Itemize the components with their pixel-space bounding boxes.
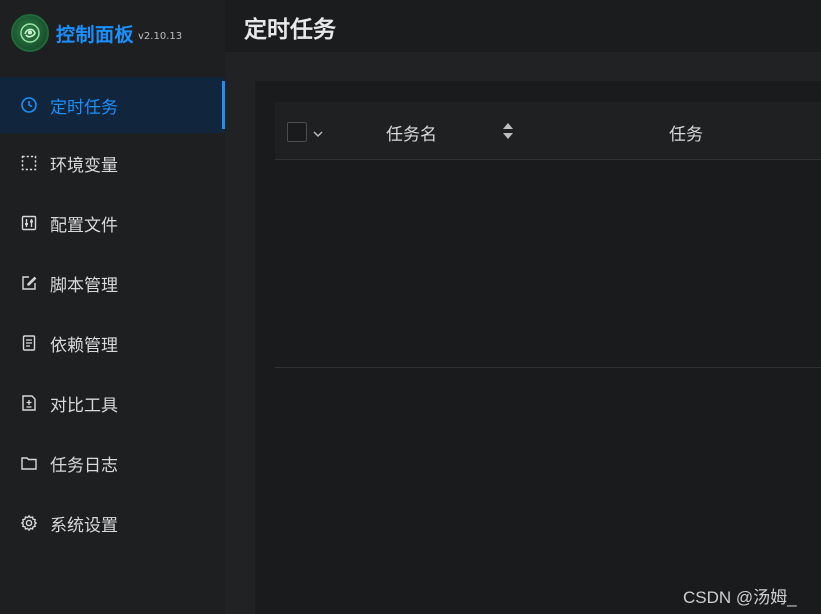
- sidebar-item-label: 环境变量: [50, 155, 118, 176]
- brand-version: v2.10.13: [138, 30, 183, 42]
- app-root: 控制面板 v2.10.13 定时任务 环境变量 配置文件 脚本管理 依赖管理 对…: [0, 0, 821, 614]
- gear-icon: [20, 514, 38, 532]
- sidebar-item-deps[interactable]: 依赖管理: [0, 313, 225, 373]
- table-header: [275, 102, 821, 160]
- sidebar: 控制面板 v2.10.13 定时任务 环境变量 配置文件 脚本管理 依赖管理 对…: [0, 0, 225, 614]
- sidebar-item-config[interactable]: 配置文件: [0, 193, 225, 253]
- sidebar-item-scripts[interactable]: 脚本管理: [0, 253, 225, 313]
- column-header-name[interactable]: 任务名: [386, 120, 437, 145]
- sidebar-item-label: 配置文件: [50, 215, 118, 236]
- file-diff-icon: [20, 394, 38, 412]
- logo-icon: [11, 14, 49, 52]
- column-header-task[interactable]: 任务: [669, 120, 703, 145]
- sidebar-item-label: 依赖管理: [50, 335, 118, 356]
- select-all-checkbox[interactable]: [287, 122, 307, 142]
- sidebar-item-env[interactable]: 环境变量: [0, 133, 225, 193]
- sort-icon[interactable]: [502, 122, 514, 144]
- folder-icon: [20, 454, 38, 472]
- sidebar-item-label: 脚本管理: [50, 275, 118, 296]
- brand[interactable]: 控制面板 v2.10.13: [0, 0, 225, 66]
- sidebar-item-logs[interactable]: 任务日志: [0, 433, 225, 493]
- page-header: 定时任务: [225, 0, 821, 52]
- clock-icon: [20, 96, 38, 114]
- dashed-square-icon: [20, 154, 38, 172]
- sidebar-item-label: 定时任务: [50, 97, 118, 118]
- page-title: 定时任务: [244, 17, 336, 43]
- sidebar-item-label: 对比工具: [50, 395, 118, 416]
- file-text-icon: [20, 334, 38, 352]
- sidebar-item-label: 系统设置: [50, 515, 118, 536]
- sidebar-item-diff[interactable]: 对比工具: [0, 373, 225, 433]
- sidebar-menu: 定时任务 环境变量 配置文件 脚本管理 依赖管理 对比工具 任务日志 系统设置: [0, 73, 225, 553]
- edit-icon: [20, 274, 38, 292]
- sidebar-item-cron[interactable]: 定时任务: [0, 77, 225, 133]
- sidebar-item-settings[interactable]: 系统设置: [0, 493, 225, 553]
- watermark: CSDN @汤姆_: [683, 588, 797, 607]
- sidebar-item-label: 任务日志: [50, 455, 118, 476]
- divider: [275, 367, 821, 368]
- brand-title: 控制面板: [56, 23, 135, 46]
- table-card: [255, 81, 821, 614]
- chevron-down-icon[interactable]: [312, 125, 324, 144]
- sliders-icon: [20, 214, 38, 232]
